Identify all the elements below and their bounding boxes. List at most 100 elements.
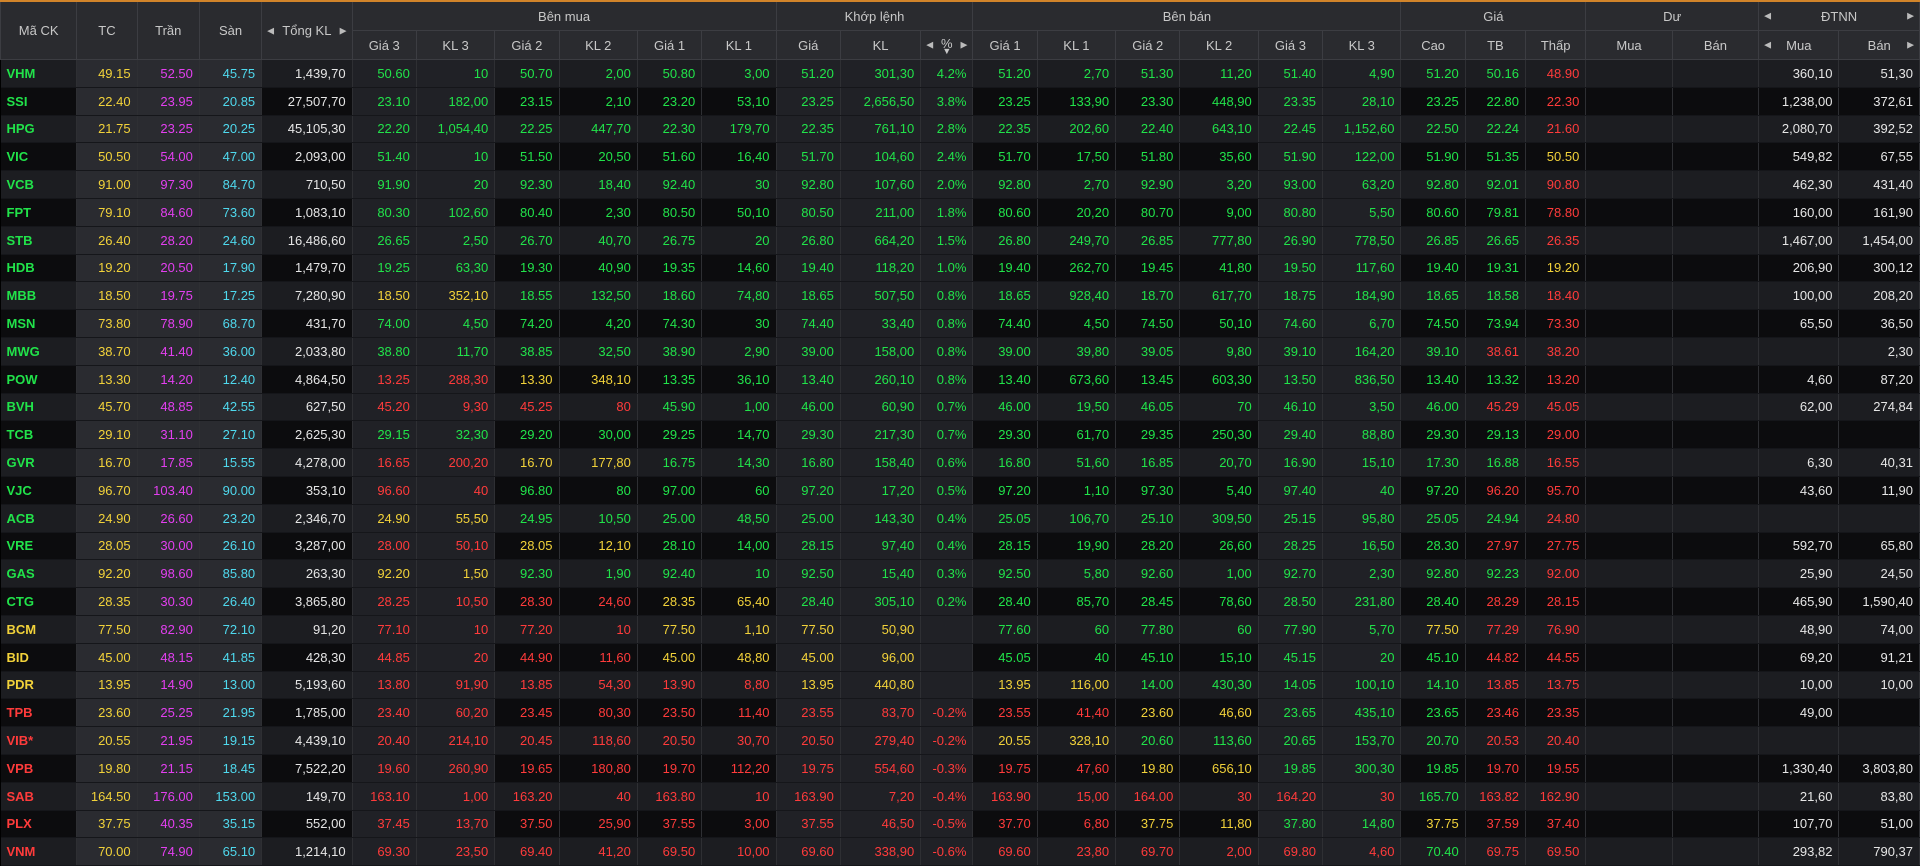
- stock-row[interactable]: BCM 77.50 82.90 72.10 91,20 77.10 10 77.20 10 77.…: [0, 615, 1920, 644]
- col-sell-vol-1[interactable]: KL 1: [1036, 30, 1117, 60]
- stock-row[interactable]: PDR 13.95 14.90 13.00 5,193,60 13.80 91,90 13.8…: [0, 671, 1920, 700]
- caret-left-icon[interactable]: ◀: [1764, 11, 1771, 22]
- symbol-cell[interactable]: VNM: [0, 837, 78, 866]
- stock-row[interactable]: TPB 23.60 25.25 21.95 1,785,00 23.40 60,20 23.4…: [0, 698, 1920, 728]
- buy-vol-2-cell: 4,20: [559, 309, 638, 338]
- stock-row[interactable]: BID 45.00 48.15 41.85 428,30 44.85 20 44.90 11,6…: [0, 643, 1920, 672]
- symbol-cell[interactable]: TPB: [0, 698, 78, 728]
- symbol-cell[interactable]: HDB: [0, 254, 78, 283]
- stock-row[interactable]: VIB* 20.55 21.95 19.15 4,439,10 20.40 214,10 20…: [0, 726, 1920, 755]
- symbol-cell[interactable]: BCM: [0, 615, 78, 644]
- stock-row[interactable]: VJC 96.70 103.40 90.00 353,10 96.60 40 96.80 80 9…: [0, 476, 1920, 505]
- symbol-cell[interactable]: SAB: [0, 782, 78, 811]
- stock-row[interactable]: SSI 22.40 23.95 20.85 27,507,70 23.10 182,00 23…: [0, 87, 1920, 116]
- col-total-volume[interactable]: ◀ Tổng KL ▶: [261, 0, 353, 60]
- col-match-vol[interactable]: KL: [839, 30, 922, 60]
- stock-row[interactable]: MSN 73.80 78.90 68.70 431,70 74.00 4,50 74.20 4,…: [0, 309, 1920, 338]
- stock-row[interactable]: FPT 79.10 84.60 73.60 1,083,10 80.30 102,60 80.…: [0, 198, 1920, 227]
- symbol-cell[interactable]: PDR: [0, 671, 78, 700]
- symbol-cell[interactable]: VRE: [0, 532, 78, 561]
- symbol-cell[interactable]: BVH: [0, 393, 78, 422]
- col-residual-buy[interactable]: Mua: [1585, 30, 1673, 60]
- col-low[interactable]: Thấp: [1525, 30, 1587, 60]
- high-price-cell: 80.60: [1400, 198, 1466, 227]
- caret-right-icon[interactable]: ▶: [1907, 11, 1914, 22]
- symbol-cell[interactable]: MWG: [0, 337, 78, 366]
- col-floor[interactable]: Sàn: [198, 0, 263, 60]
- symbol-cell[interactable]: VHM: [0, 59, 78, 88]
- symbol-cell[interactable]: VIB*: [0, 726, 78, 755]
- col-buy-price-2[interactable]: Giá 2: [494, 30, 560, 60]
- stock-row[interactable]: TCB 29.10 31.10 27.10 2,625,30 29.15 32,30 29.2…: [0, 420, 1920, 450]
- col-buy-price-3[interactable]: Giá 3: [351, 30, 417, 60]
- col-foreign-sell[interactable]: Bán ▶: [1838, 30, 1920, 60]
- total-volume-cell: 5,193,60: [261, 671, 353, 700]
- stock-row[interactable]: PLX 37.75 40.35 35.15 552,00 37.45 13,70 37.50 2…: [0, 810, 1920, 839]
- symbol-cell[interactable]: PLX: [0, 810, 78, 839]
- stock-row[interactable]: POW 13.30 14.20 12.40 4,864,50 13.25 288,30 13.…: [0, 365, 1920, 394]
- stock-row[interactable]: MBB 18.50 19.75 17.25 7,280,90 18.50 352,10 18.…: [0, 281, 1920, 311]
- symbol-cell[interactable]: GAS: [0, 559, 78, 589]
- col-sell-vol-2[interactable]: KL 2: [1179, 30, 1259, 60]
- caret-left-icon[interactable]: ◀: [1764, 40, 1771, 51]
- caret-left-icon[interactable]: ◀: [926, 40, 933, 51]
- col-sell-price-2[interactable]: Giá 2: [1115, 30, 1181, 60]
- col-high[interactable]: Cao: [1400, 30, 1466, 60]
- stock-row[interactable]: GVR 16.70 17.85 15.55 4,278,00 16.65 200,20 16.…: [0, 448, 1920, 477]
- symbol-cell[interactable]: VJC: [0, 476, 78, 505]
- stock-row[interactable]: VIC 50.50 54.00 47.00 2,093,00 51.40 10 51.50 20…: [0, 142, 1920, 172]
- match-vol-cell: 118,20: [840, 254, 922, 283]
- caret-left-icon[interactable]: ◀: [267, 25, 274, 36]
- stock-row[interactable]: ACB 24.90 26.60 23.20 2,346,70 24.90 55,50 24.9…: [0, 504, 1920, 533]
- group-foreign[interactable]: ◀ ĐTNN ▶: [1758, 0, 1920, 31]
- caret-right-icon[interactable]: ▶: [340, 25, 347, 36]
- col-match-pct[interactable]: ◀% ▼ ▶: [920, 30, 974, 60]
- symbol-cell[interactable]: MBB: [0, 281, 78, 311]
- symbol-cell[interactable]: SSI: [0, 87, 78, 116]
- symbol-cell[interactable]: GVR: [0, 448, 78, 477]
- stock-row[interactable]: GAS 92.20 98.60 85.80 263,30 92.20 1,50 92.30 1,…: [0, 559, 1920, 589]
- symbol-cell[interactable]: VIC: [0, 142, 78, 172]
- col-sell-price-1[interactable]: Giá 1: [972, 30, 1038, 60]
- caret-right-icon[interactable]: ▶: [961, 40, 968, 51]
- stock-row[interactable]: VRE 28.05 30.00 26.10 3,287,00 28.00 50,10 28.0…: [0, 532, 1920, 561]
- symbol-cell[interactable]: VCB: [0, 170, 78, 199]
- symbol-cell[interactable]: HPG: [0, 115, 78, 144]
- symbol-cell[interactable]: VPB: [0, 754, 78, 783]
- stock-row[interactable]: HPG 21.75 23.25 20.25 45,105,30 22.20 1,054,40…: [0, 115, 1920, 144]
- stock-row[interactable]: HDB 19.20 20.50 17.90 1,479,70 19.25 63,30 19.3…: [0, 254, 1920, 283]
- symbol-cell[interactable]: BID: [0, 643, 78, 672]
- symbol-cell[interactable]: CTG: [0, 587, 78, 616]
- buy-price-3-cell: 51.40: [352, 142, 417, 172]
- symbol-cell[interactable]: POW: [0, 365, 78, 394]
- col-symbol[interactable]: Mã CK: [0, 0, 78, 60]
- col-sell-vol-3[interactable]: KL 3: [1322, 30, 1402, 60]
- stock-row[interactable]: CTG 28.35 30.30 26.40 3,865,80 28.25 10,50 28.3…: [0, 587, 1920, 616]
- stock-row[interactable]: STB 26.40 28.20 24.60 16,486,60 26.65 2,50 26.7…: [0, 226, 1920, 255]
- stock-row[interactable]: BVH 45.70 48.85 42.55 627,50 45.20 9,30 45.25 80…: [0, 393, 1920, 422]
- col-foreign-buy[interactable]: ◀ Mua: [1758, 30, 1840, 60]
- col-match-price[interactable]: Giá: [775, 30, 841, 60]
- stock-row[interactable]: VHM 49.15 52.50 45.75 1,439,70 50.60 10 50.70 2,…: [0, 59, 1920, 88]
- symbol-cell[interactable]: MSN: [0, 309, 78, 338]
- symbol-cell[interactable]: ACB: [0, 504, 78, 533]
- col-buy-vol-2[interactable]: KL 2: [558, 30, 638, 60]
- caret-right-icon[interactable]: ▶: [1907, 40, 1914, 51]
- col-residual-sell[interactable]: Bán: [1671, 30, 1760, 60]
- col-ceiling[interactable]: Trần: [136, 0, 200, 60]
- stock-row[interactable]: SAB 164.50 176.00 153.00 149,70 163.10 1,00 163…: [0, 782, 1920, 811]
- group-matched: Khớp lệnh: [775, 0, 974, 31]
- symbol-cell[interactable]: TCB: [0, 420, 78, 450]
- symbol-cell[interactable]: FPT: [0, 198, 78, 227]
- stock-row[interactable]: MWG 38.70 41.40 36.00 2,033,80 38.80 11,70 38.8…: [0, 337, 1920, 366]
- col-buy-vol-3[interactable]: KL 3: [415, 30, 496, 60]
- stock-row[interactable]: VCB 91.00 97.30 84.70 710,50 91.90 20 92.30 18,4…: [0, 170, 1920, 199]
- col-buy-vol-1[interactable]: KL 1: [701, 30, 777, 60]
- stock-row[interactable]: VNM 70.00 74.90 65.10 1,214,10 69.30 23,50 69.4…: [0, 837, 1920, 866]
- symbol-cell[interactable]: STB: [0, 226, 78, 255]
- col-buy-price-1[interactable]: Giá 1: [636, 30, 703, 60]
- col-reference[interactable]: TC: [76, 0, 138, 60]
- col-sell-price-3[interactable]: Giá 3: [1257, 30, 1324, 60]
- col-average[interactable]: TB: [1464, 30, 1527, 60]
- stock-row[interactable]: VPB 19.80 21.15 18.45 7,522,20 19.60 260,90 19.…: [0, 754, 1920, 783]
